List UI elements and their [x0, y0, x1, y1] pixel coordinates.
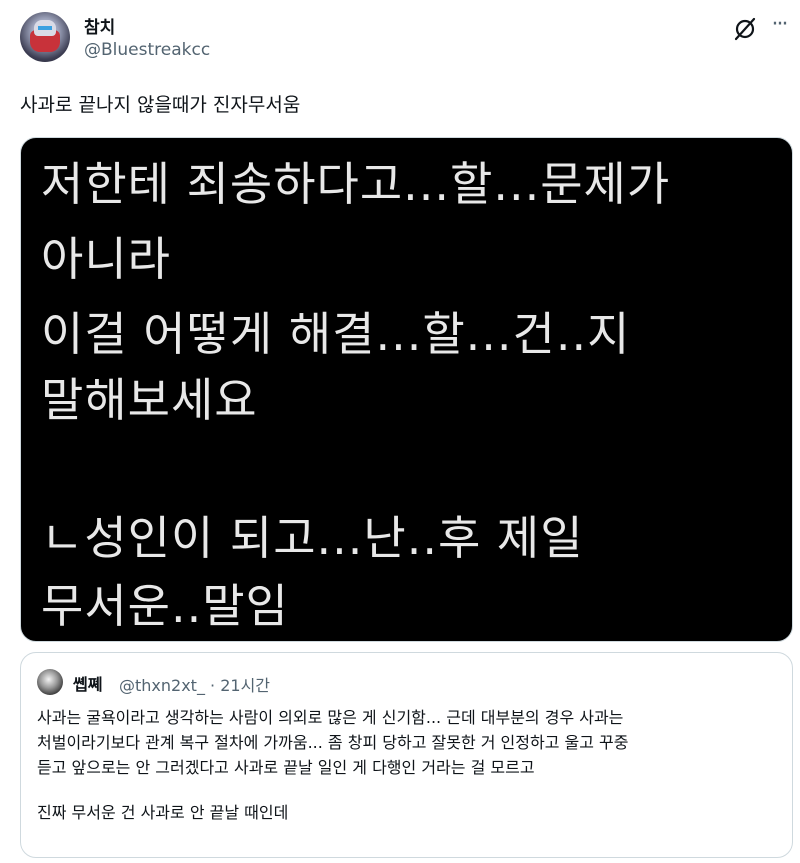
quoted-handle-time: @thxn2xt_ · 21시간	[119, 676, 271, 695]
quoted-tweet[interactable]: 쏍쪠 @thxn2xt_ · 21시간 사과는 굴욕이라고 생각하는 사람이 의…	[20, 652, 793, 858]
media-text-line: 아니라	[41, 232, 171, 286]
quoted-text-line: 진짜 무서운 건 사과로 안 끝날 때인데	[37, 803, 289, 822]
user-handle[interactable]: @Bluestreakcc	[84, 40, 210, 60]
quoted-text-line: 처벌이라기보다 관계 복구 절차에 가까움... 좀 창피 당하고 잘못한 거 …	[37, 733, 629, 752]
media-text-line: 무서운..말임	[41, 579, 289, 633]
grok-icon[interactable]	[732, 16, 758, 42]
tweet-text: 사과로 끝나지 않을때가 진자무서움	[20, 94, 301, 116]
more-icon[interactable]: ···	[766, 14, 792, 40]
avatar[interactable]	[20, 12, 70, 62]
media-text-line: 말해보세요	[41, 373, 258, 427]
quoted-text-line: 사과는 굴욕이라고 생각하는 사람이 의외로 많은 게 신기함... 근데 대부…	[37, 708, 624, 727]
quoted-text-line: 듣고 앞으로는 안 그러겠다고 사과로 끝날 일인 게 다행인 거라는 걸 모르…	[37, 758, 535, 777]
quoted-display-name: 쏍쪠	[73, 675, 103, 694]
media-text-line: 저한테 죄송하다고...할...문제가	[41, 157, 671, 211]
media-text-line: 이걸 어떻게 해결...할...건..지	[41, 307, 631, 361]
media-text-line: ㄴ성인이 되고...난..후 제일	[41, 511, 584, 565]
display-name[interactable]: 참치	[84, 13, 115, 38]
quoted-text: 사과는 굴욕이라고 생각하는 사람이 의외로 많은 게 신기함... 근데 대부…	[37, 705, 782, 825]
quoted-avatar	[37, 669, 63, 695]
tweet-media-image[interactable]: 저한테 죄송하다고...할...문제가 아니라 이걸 어떻게 해결...할...…	[20, 137, 793, 642]
